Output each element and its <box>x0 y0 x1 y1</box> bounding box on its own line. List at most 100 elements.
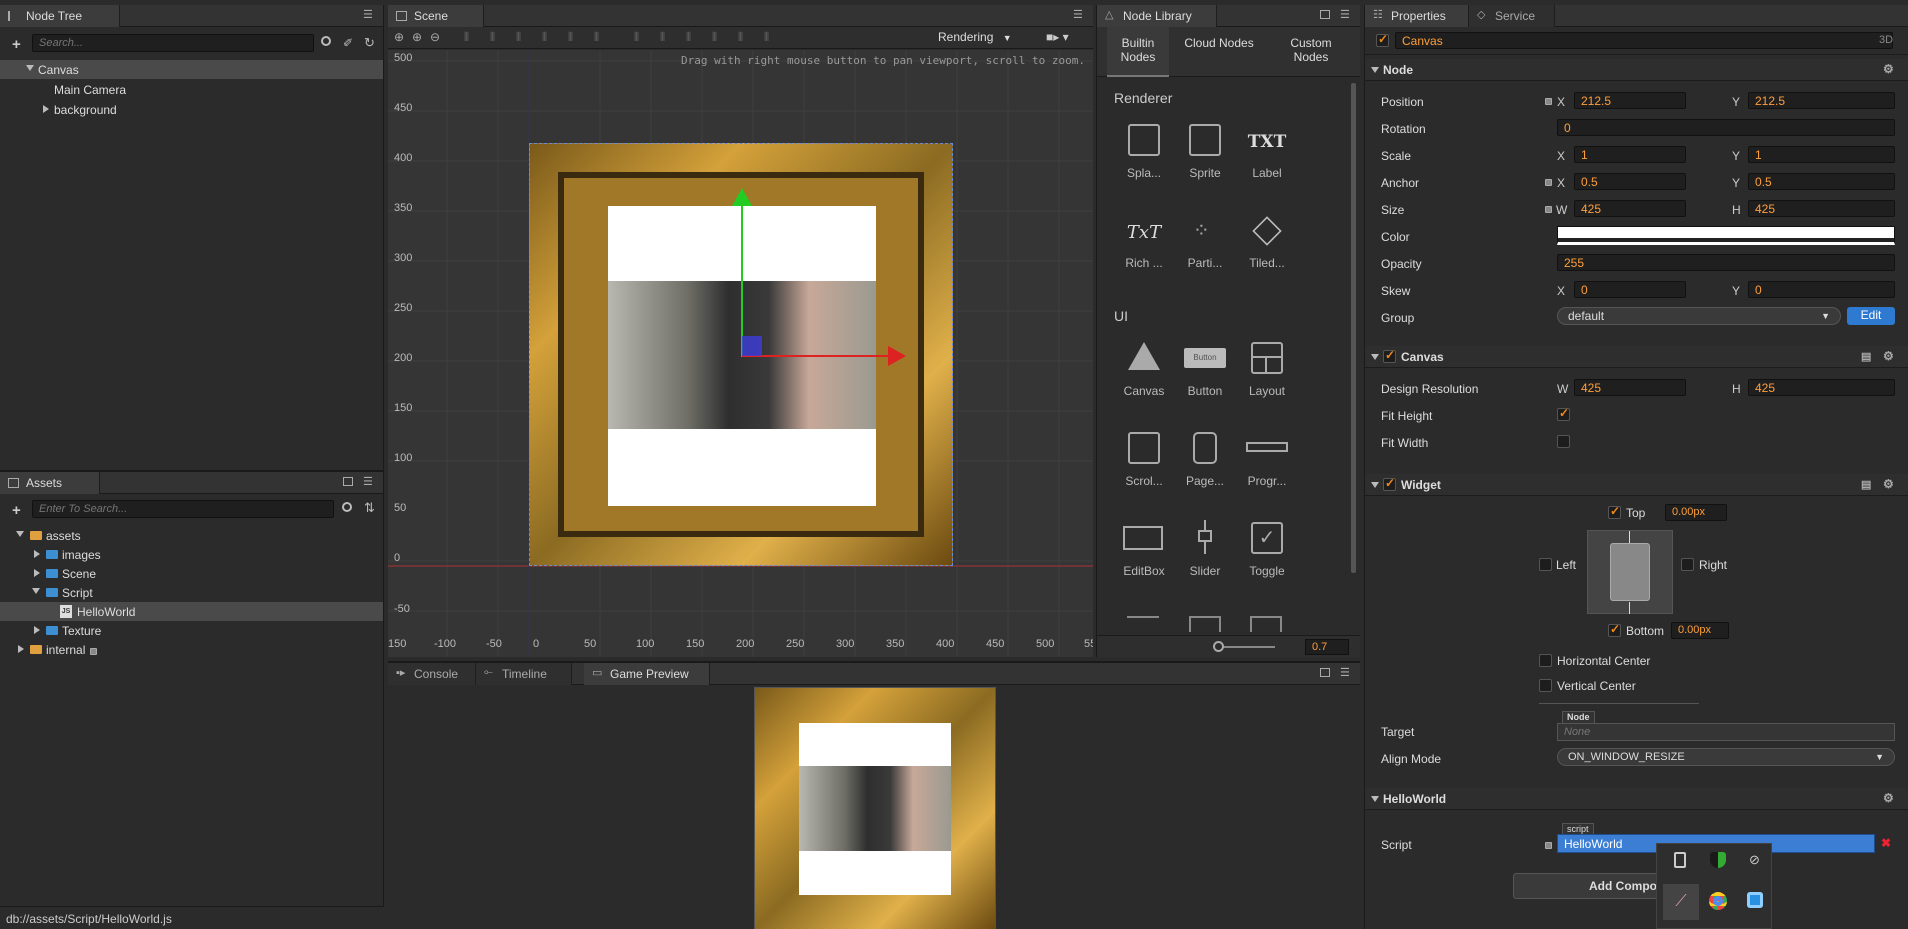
node-search-input[interactable] <box>32 34 314 52</box>
expand-arrow-icon[interactable] <box>34 550 40 558</box>
gear-icon[interactable]: ⚙ <box>1883 349 1894 363</box>
asset-helloworld[interactable]: JS HelloWorld <box>0 602 383 621</box>
lib-item-label[interactable]: TXT Label <box>1236 116 1298 188</box>
design-w-input[interactable]: 425 <box>1574 379 1686 396</box>
asset-texture[interactable]: Texture <box>0 621 383 640</box>
gear-icon[interactable]: ⚙ <box>1883 791 1894 805</box>
anchor-y-input[interactable]: 0.5 <box>1748 173 1895 190</box>
menu-icon[interactable]: ☰ <box>1073 9 1085 21</box>
security-shield-icon[interactable] <box>1710 852 1726 868</box>
expand-arrow-icon[interactable] <box>26 65 34 71</box>
refresh-icon[interactable]: ↻ <box>364 35 375 51</box>
align-mode-select[interactable]: ON_WINDOW_RESIZE ▼ <box>1557 748 1895 766</box>
align-top-icon[interactable]: ⫴ <box>542 30 547 45</box>
target-field[interactable]: None <box>1557 723 1895 741</box>
tree-item-background[interactable]: background <box>0 100 383 119</box>
library-scrollbar[interactable] <box>1351 83 1356 573</box>
position-y-input[interactable]: 212.5 <box>1748 92 1895 109</box>
app-square-icon[interactable] <box>1747 892 1763 908</box>
camera-icon[interactable]: ■▸ ▾ <box>1046 30 1069 44</box>
tab-game-preview[interactable]: ▭ Game Preview <box>584 663 710 685</box>
lib-item-splash[interactable]: Spla... <box>1113 116 1175 188</box>
3d-toggle[interactable]: 3D <box>1879 34 1893 46</box>
canvas-node-frame[interactable] <box>529 143 953 566</box>
section-helloworld[interactable]: HelloWorld ⚙ <box>1365 788 1908 810</box>
scene-viewport[interactable]: Drag with right mouse button to pan view… <box>388 50 1093 657</box>
tree-item-canvas[interactable]: Canvas <box>0 60 383 79</box>
anchor-x-input[interactable]: 0.5 <box>1574 173 1686 190</box>
align-center-icon[interactable]: ⫴ <box>490 30 495 45</box>
doc-icon[interactable]: ▤ <box>1861 350 1871 363</box>
tab-service[interactable]: ◇ Service <box>1469 5 1555 27</box>
locate-icon[interactable]: ✐ <box>343 36 353 50</box>
expand-arrow-icon[interactable] <box>18 645 24 653</box>
node-name-input[interactable]: Canvas <box>1395 32 1893 49</box>
zoom-reset-icon[interactable]: ⊕ <box>394 30 404 44</box>
remove-script-icon[interactable]: ✖ <box>1877 834 1895 853</box>
tree-item-main-camera[interactable]: Main Camera <box>0 80 383 99</box>
fit-height-checkbox[interactable] <box>1557 406 1570 421</box>
menu-icon[interactable]: ☰ <box>1340 9 1352 21</box>
gizmo-x-arrow-icon[interactable] <box>888 346 906 366</box>
opacity-input[interactable]: 255 <box>1557 254 1895 271</box>
lib-item-pageview[interactable]: Page... <box>1174 424 1236 496</box>
tab-timeline[interactable]: ⟜ Timeline <box>476 663 572 685</box>
game-preview-view[interactable] <box>754 687 996 929</box>
usb-icon[interactable] <box>1674 852 1686 868</box>
widget-bottom-checkbox[interactable] <box>1608 622 1621 637</box>
lock-icon[interactable] <box>1545 98 1552 105</box>
color-swatch[interactable] <box>1557 226 1895 245</box>
gear-icon[interactable]: ⚙ <box>1883 62 1894 76</box>
section-node[interactable]: Node ⚙ <box>1365 59 1908 81</box>
gizmo-center-handle[interactable] <box>742 336 762 356</box>
widget-right-checkbox[interactable] <box>1681 558 1694 571</box>
canvas-enabled-checkbox[interactable] <box>1383 348 1396 363</box>
design-h-input[interactable]: 425 <box>1748 379 1895 396</box>
distribute-2-icon[interactable]: ⫴ <box>660 30 665 45</box>
search-icon[interactable] <box>342 502 352 512</box>
tab-custom-nodes[interactable]: Custom Nodes <box>1271 27 1351 77</box>
size-h-input[interactable]: 425 <box>1748 200 1895 217</box>
maximize-icon[interactable] <box>343 477 353 486</box>
lib-item-particle[interactable]: ⁘ Parti... <box>1174 206 1236 278</box>
widget-bottom-input[interactable]: 0.00px <box>1671 622 1729 639</box>
scale-x-input[interactable]: 1 <box>1574 146 1686 163</box>
tab-scene[interactable]: Scene <box>388 5 484 27</box>
expand-arrow-icon[interactable] <box>16 531 24 537</box>
vertical-center-checkbox[interactable] <box>1539 679 1552 692</box>
skew-y-input[interactable]: 0 <box>1748 281 1895 298</box>
widget-top-checkbox[interactable] <box>1608 504 1621 519</box>
lib-item-richtext[interactable]: TxT Rich ... <box>1113 206 1175 278</box>
display-off-icon[interactable]: ⊘ <box>1749 852 1760 868</box>
menu-icon[interactable]: ☰ <box>363 9 375 21</box>
align-bottom-icon[interactable]: ⫴ <box>594 30 599 45</box>
group-edit-button[interactable]: Edit <box>1847 307 1895 325</box>
expand-arrow-icon[interactable] <box>34 626 40 634</box>
zoom-out-icon[interactable]: ⊖ <box>430 30 440 44</box>
pen-app-icon[interactable]: ⟋ <box>1663 884 1699 920</box>
lib-item-button[interactable]: Button Button <box>1174 334 1236 406</box>
asset-search-input[interactable] <box>32 500 334 518</box>
asset-scene[interactable]: Scene <box>0 564 383 583</box>
align-left-icon[interactable]: ⫴ <box>464 30 469 45</box>
widget-left-checkbox[interactable] <box>1539 558 1552 571</box>
fit-width-checkbox[interactable] <box>1557 435 1570 448</box>
tab-properties[interactable]: ☷ Properties <box>1365 5 1469 27</box>
rotation-input[interactable]: 0 <box>1557 119 1895 136</box>
size-w-input[interactable]: 425 <box>1574 200 1686 217</box>
section-canvas[interactable]: Canvas ▤ ⚙ <box>1365 346 1908 368</box>
sort-icon[interactable]: ⇅ <box>364 500 375 516</box>
skew-x-input[interactable]: 0 <box>1574 281 1686 298</box>
widget-top-input[interactable]: 0.00px <box>1665 504 1727 521</box>
distribute-4-icon[interactable]: ⫴ <box>712 30 717 45</box>
zoom-in-icon[interactable]: ⊕ <box>412 30 422 44</box>
node-active-checkbox[interactable] <box>1376 32 1389 47</box>
gizmo-x-axis[interactable] <box>742 355 892 357</box>
distribute-5-icon[interactable]: ⫴ <box>738 30 743 45</box>
rendering-dropdown[interactable]: Rendering ▼ <box>938 30 1012 44</box>
section-widget[interactable]: Widget ▤ ⚙ <box>1365 474 1908 496</box>
zoom-slider-track[interactable] <box>1215 646 1275 648</box>
expand-arrow-icon[interactable] <box>32 588 40 594</box>
add-asset-icon[interactable]: + <box>12 502 21 519</box>
tab-cloud-nodes[interactable]: Cloud Nodes <box>1177 27 1261 77</box>
